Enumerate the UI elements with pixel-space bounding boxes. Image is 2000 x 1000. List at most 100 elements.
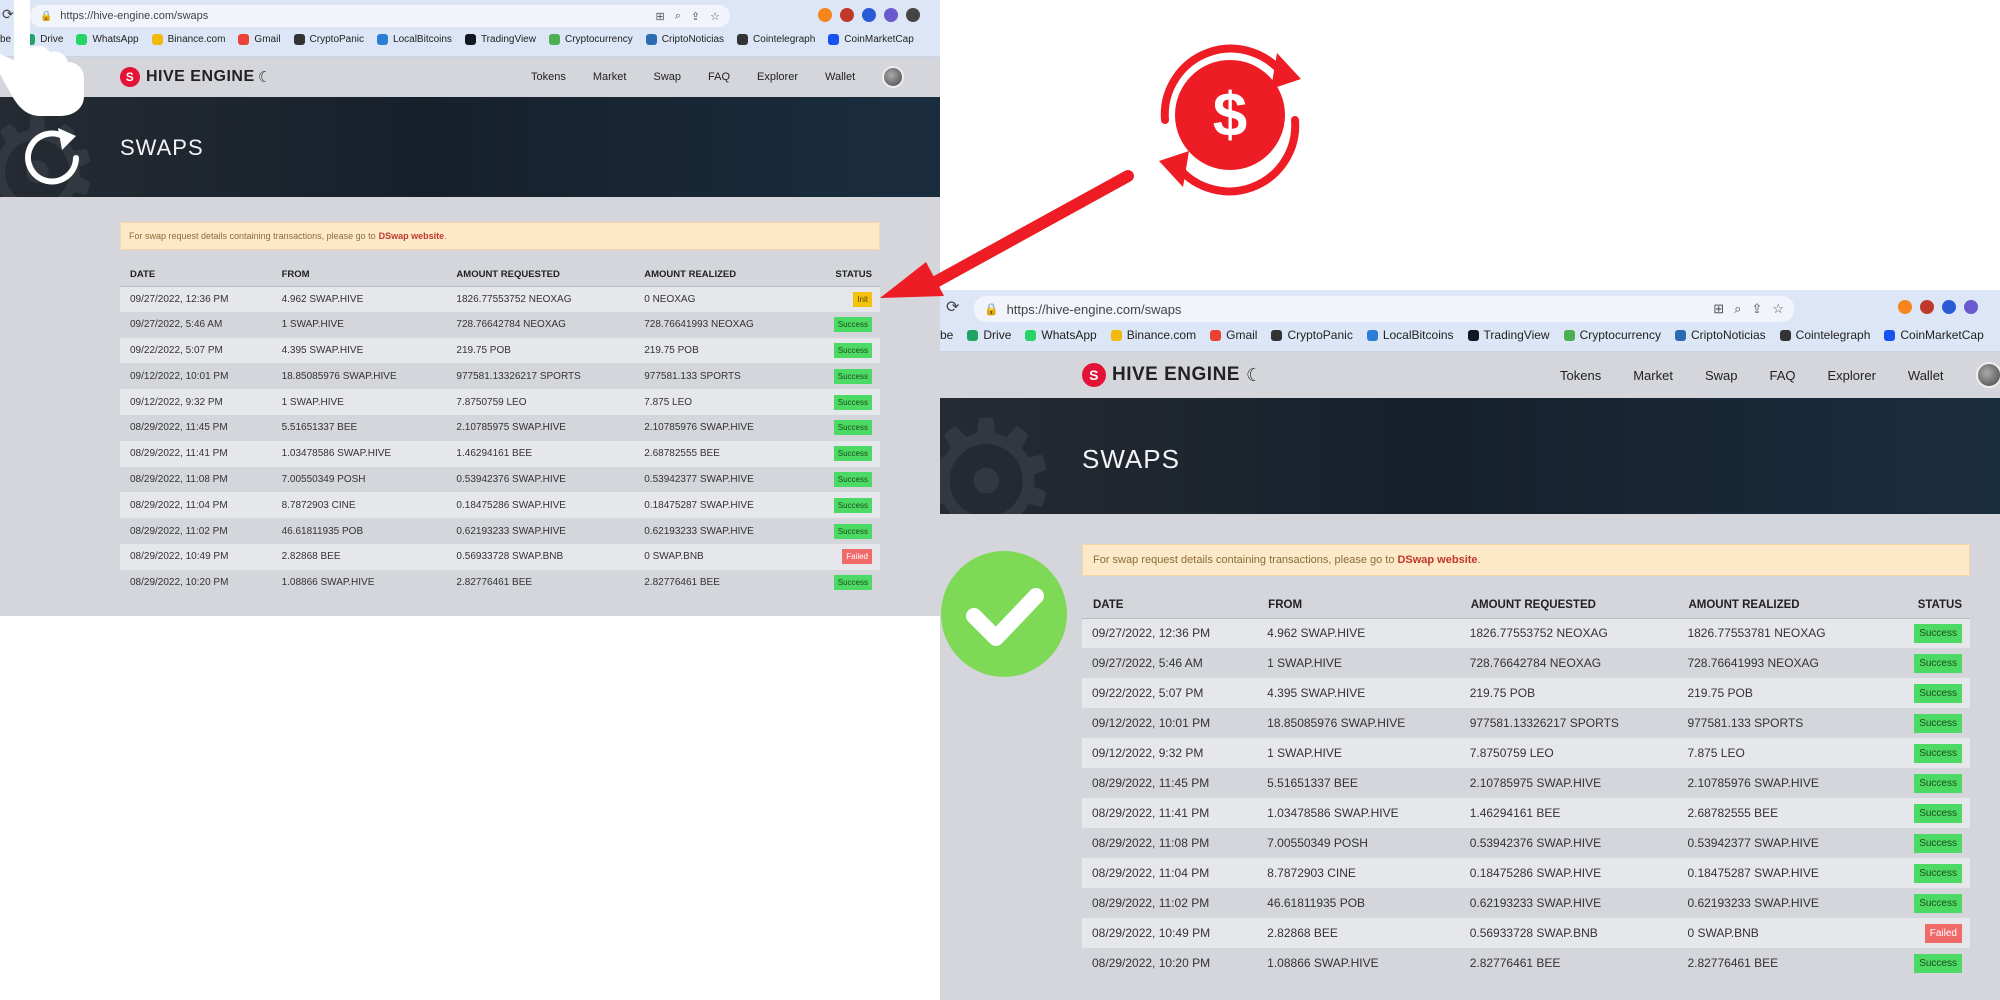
bookmark-item[interactable]: be (940, 328, 953, 342)
extension-icon[interactable] (862, 8, 876, 22)
metamask-extension-icon[interactable] (1898, 300, 1912, 314)
cell-status: Success (1879, 678, 1970, 708)
avatar[interactable] (882, 66, 905, 88)
header-amount-requested[interactable]: AMOUNT REQUESTED (446, 264, 635, 287)
nav-market[interactable]: Market (593, 71, 627, 83)
cell-amount-realized: 977581.133 SPORTS (634, 363, 802, 390)
extension-icon[interactable] (884, 8, 898, 22)
share-icon[interactable]: ⇪ (1751, 301, 1762, 317)
bookmark-icon (645, 34, 657, 45)
bookmark-item[interactable]: Gmail (238, 34, 281, 45)
extension-icon[interactable] (1920, 300, 1934, 314)
nav-wallet[interactable]: Wallet (825, 71, 855, 83)
page-title: SWAPS (120, 135, 204, 160)
bookmark-item[interactable]: TradingView (1467, 328, 1550, 342)
header-amount-realized[interactable]: AMOUNT REALIZED (1677, 592, 1880, 619)
bookmark-icon (548, 34, 560, 45)
bookmark-item[interactable]: CoinMarketCap (1884, 328, 1984, 342)
bookmark-icon (737, 34, 749, 45)
metamask-extension-icon[interactable] (818, 8, 832, 22)
address-bar[interactable]: 🔒 https://hive-engine.com/swaps ⊞ ⌕ ⇪ ☆ (974, 296, 1794, 322)
header-date[interactable]: DATE (120, 264, 272, 287)
nav-faq[interactable]: FAQ (1769, 368, 1795, 383)
status-badge: Success (1914, 623, 1962, 643)
header-status[interactable]: STATUS (801, 264, 880, 287)
nav-faq[interactable]: FAQ (708, 71, 730, 83)
nav-market[interactable]: Market (1633, 368, 1673, 383)
swaps-table: DATE FROM AMOUNT REQUESTED AMOUNT REALIZ… (120, 264, 880, 596)
bookmark-item[interactable]: Binance.com (151, 34, 225, 45)
bookmark-item[interactable]: CryptoPanic (1271, 328, 1353, 342)
cell-status: Success (801, 414, 880, 441)
bookmark-item[interactable]: Cryptocurrency (1563, 328, 1661, 342)
nav-wallet[interactable]: Wallet (1908, 368, 1944, 383)
nav-swap[interactable]: Swap (1705, 368, 1738, 383)
cell-amount-realized: 219.75 POB (634, 337, 802, 364)
cell-status: Init (801, 286, 880, 312)
zoom-icon[interactable]: ⌕ (675, 10, 681, 23)
nav-tokens[interactable]: Tokens (531, 71, 566, 83)
zoom-icon[interactable]: ⌕ (1734, 301, 1741, 317)
extension-icon[interactable] (840, 8, 854, 22)
header-date[interactable]: DATE (1082, 592, 1258, 619)
bookmark-item[interactable]: CoinMarketCap (828, 34, 914, 45)
nav-explorer[interactable]: Explorer (1827, 368, 1875, 383)
bookmark-item[interactable]: CryptoPanic (293, 34, 364, 45)
bookmark-item[interactable]: Cointelegraph (737, 34, 815, 45)
bookmark-item[interactable]: Gmail (1210, 328, 1257, 342)
bookmark-item[interactable]: Cryptocurrency (548, 34, 633, 45)
bookmark-item[interactable]: CriptoNoticias (645, 34, 724, 45)
bookmark-item[interactable]: LocalBitcoins (1366, 328, 1454, 342)
browser-reload-icon[interactable]: ⟳ (946, 297, 959, 317)
cell-amount-realized: 0 NEOXAG (634, 286, 802, 312)
bookmark-icon (828, 34, 840, 45)
hive-engine-logo[interactable]: S HIVE ENGINE (1082, 363, 1240, 387)
cell-date: 08/29/2022, 11:45 PM (1082, 768, 1258, 798)
table-row: 08/29/2022, 11:08 PM 7.00550349 POSH 0.539… (120, 466, 880, 493)
nav-explorer[interactable]: Explorer (757, 71, 798, 83)
bookmark-item[interactable]: WhatsApp (1025, 328, 1097, 342)
nav-swap[interactable]: Swap (653, 71, 681, 83)
bookmark-item[interactable]: LocalBitcoins (377, 34, 452, 45)
extension-icon[interactable] (1964, 300, 1978, 314)
dswap-link[interactable]: DSwap website (379, 231, 445, 241)
table-row: 09/12/2022, 10:01 PM 18.85085976 SWAP.HIV… (1082, 708, 1970, 738)
bookmark-item[interactable]: CriptoNoticias (1674, 328, 1766, 342)
cell-from: 2.82868 BEE (1257, 918, 1460, 948)
header-amount-realized[interactable]: AMOUNT REALIZED (634, 264, 802, 287)
bookmark-item[interactable]: Drive (967, 328, 1011, 342)
hive-engine-logo[interactable]: S HIVE ENGINE (120, 67, 255, 87)
header-amount-requested[interactable]: AMOUNT REQUESTED (1459, 592, 1678, 619)
translate-icon[interactable]: ⊞ (1713, 301, 1724, 317)
cell-amount-realized: 0.18475287 SWAP.HIVE (1677, 858, 1880, 888)
cell-status: Success (801, 311, 880, 338)
address-bar[interactable]: 🔒 https://hive-engine.com/swaps ⊞ ⌕ ⇪ ☆ (30, 5, 730, 27)
header-from[interactable]: FROM (271, 264, 447, 287)
bookmark-item[interactable]: Binance.com (1110, 328, 1196, 342)
cell-amount-realized: 0.62193233 SWAP.HIVE (634, 518, 802, 544)
cell-amount-requested: 1.46294161 BEE (446, 440, 635, 467)
extension-icon[interactable] (1942, 300, 1956, 314)
header-status[interactable]: STATUS (1879, 592, 1970, 619)
cell-from: 1 SWAP.HIVE (1257, 738, 1460, 768)
dark-mode-moon-icon[interactable]: ☾ (1246, 365, 1262, 386)
header-from[interactable]: FROM (1257, 592, 1460, 619)
bookmark-star-icon[interactable]: ☆ (710, 10, 720, 23)
dswap-link[interactable]: DSwap website (1397, 554, 1477, 566)
cell-from: 1.03478586 SWAP.HIVE (1257, 798, 1460, 828)
bookmark-item[interactable]: TradingView (464, 34, 536, 45)
cell-amount-requested: 2.10785975 SWAP.HIVE (1459, 768, 1678, 798)
profile-icon[interactable] (906, 8, 920, 22)
cell-amount-realized: 0 SWAP.BNB (634, 543, 802, 570)
bookmark-star-icon[interactable]: ☆ (1772, 301, 1784, 317)
translate-icon[interactable]: ⊞ (656, 10, 665, 23)
nav-tokens[interactable]: Tokens (1560, 368, 1601, 383)
table-row: 09/22/2022, 5:07 PM 4.395 SWAP.HIVE 219.75… (1082, 678, 1970, 708)
avatar[interactable] (1975, 362, 2000, 388)
dark-mode-moon-icon[interactable]: ☾ (258, 68, 271, 86)
hive-logo-icon: S (120, 67, 140, 87)
share-icon[interactable]: ⇪ (691, 10, 700, 23)
bookmark-item[interactable]: Cointelegraph (1779, 328, 1870, 342)
cell-amount-realized: 2.10785976 SWAP.HIVE (634, 414, 802, 441)
bookmark-icon (293, 34, 305, 45)
